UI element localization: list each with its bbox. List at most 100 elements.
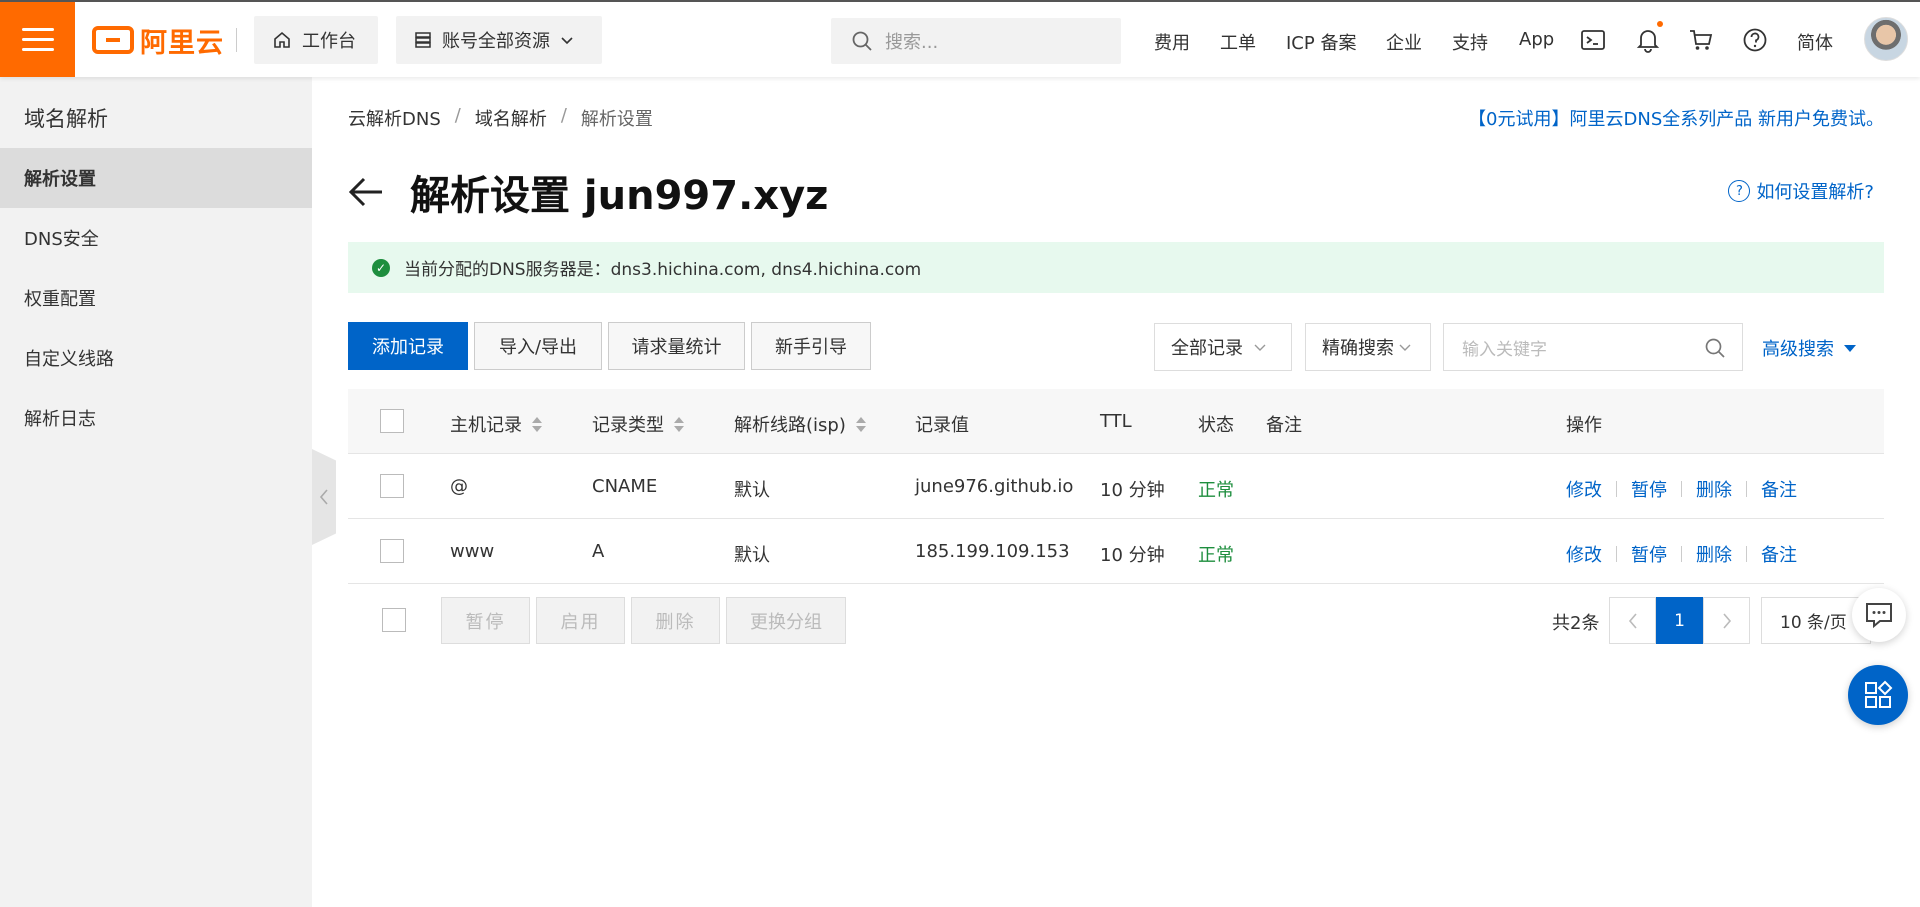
feedback-chat-button[interactable]: [1852, 588, 1906, 642]
global-search-input[interactable]: 搜索...: [831, 18, 1121, 64]
search-icon: [852, 31, 872, 51]
sidebar-item-label: 自定义线路: [24, 349, 114, 370]
delete-link[interactable]: 删除: [1696, 476, 1732, 502]
search-mode-select[interactable]: 精确搜索: [1305, 323, 1431, 371]
notification-dot: [1657, 21, 1663, 27]
avatar[interactable]: [1864, 17, 1908, 61]
question-icon: ?: [1728, 180, 1751, 202]
breadcrumb-separator: /: [560, 105, 567, 126]
nav-billing[interactable]: 费用: [1154, 29, 1190, 55]
stack-icon: [415, 32, 431, 48]
sidebar-item-label: 权重配置: [24, 289, 96, 310]
aliyun-logo[interactable]: 阿里云: [92, 22, 224, 59]
promo-link[interactable]: 【0元试用】阿里云DNS全系列产品 新用户免费试。: [1468, 105, 1884, 131]
bulk-select-checkbox[interactable]: [382, 608, 406, 632]
sidebar-item-weight-config[interactable]: 权重配置: [0, 268, 312, 328]
prev-page-button[interactable]: [1609, 597, 1656, 644]
sidebar-title: 域名解析: [24, 107, 108, 131]
sidebar-item-custom-lines[interactable]: 自定义线路: [0, 328, 312, 388]
page-size-value: 10 条/页: [1780, 613, 1847, 633]
delete-link[interactable]: 删除: [1696, 541, 1732, 567]
sidebar-item-resolution-settings[interactable]: 解析设置: [0, 148, 312, 208]
sidebar: 域名解析 解析设置 DNS安全 权重配置 自定义线路 解析日志: [0, 77, 312, 907]
nav-app[interactable]: App: [1519, 29, 1554, 50]
sort-icon: [855, 416, 866, 432]
help-link[interactable]: ? 如何设置解析?: [1728, 178, 1874, 204]
bell-icon[interactable]: [1635, 27, 1661, 53]
nav-tickets[interactable]: 工单: [1220, 29, 1256, 55]
dns-server-notice: ✓ 当前分配的DNS服务器是：dns3.hichina.com, dns4.hi…: [348, 242, 1884, 293]
advanced-search-toggle[interactable]: 高级搜索: [1762, 335, 1856, 361]
sidebar-collapse-handle[interactable]: [312, 449, 336, 545]
select-value: 全部记录: [1171, 338, 1243, 359]
search-icon[interactable]: [1704, 337, 1726, 359]
remark-link[interactable]: 备注: [1761, 476, 1797, 502]
menu-button[interactable]: [0, 2, 75, 77]
column-actions: 操作: [1566, 411, 1602, 437]
bulk-enable-button[interactable]: 启用: [536, 597, 625, 644]
help-link-label: 如何设置解析?: [1756, 182, 1874, 203]
chevron-left-icon: [1628, 612, 1637, 629]
remark-link[interactable]: 备注: [1761, 541, 1797, 567]
button-label: 导入/导出: [498, 337, 578, 358]
table-row: www A 默认 185.199.109.153 10 分钟 正常 修改 暂停 …: [348, 519, 1884, 584]
pause-link[interactable]: 暂停: [1631, 476, 1667, 502]
pause-link[interactable]: 暂停: [1631, 541, 1667, 567]
help-icon[interactable]: [1742, 27, 1768, 53]
sidebar-item-resolution-logs[interactable]: 解析日志: [0, 388, 312, 448]
nav-icp[interactable]: ICP 备案: [1286, 29, 1356, 55]
sidebar-item-dns-security[interactable]: DNS安全: [0, 208, 312, 268]
back-arrow-icon[interactable]: [348, 176, 384, 208]
notice-text: 当前分配的DNS服务器是：dns3.hichina.com, dns4.hich…: [404, 260, 922, 280]
button-label: 新手引导: [775, 337, 847, 358]
table-row: @ CNAME 默认 june976.github.io 10 分钟 正常 修改…: [348, 454, 1884, 519]
breadcrumb-item[interactable]: 域名解析: [475, 105, 547, 131]
bulk-delete-button[interactable]: 删除: [631, 597, 720, 644]
cell-line: 默认: [734, 480, 770, 501]
row-checkbox[interactable]: [380, 539, 404, 563]
total-count: 共2条: [1552, 613, 1600, 634]
sidebar-item-label: DNS安全: [24, 229, 99, 250]
column-label: 状态: [1198, 415, 1234, 436]
terminal-icon[interactable]: [1580, 27, 1606, 53]
chevron-right-icon: [1722, 612, 1731, 629]
nav-enterprise[interactable]: 企业: [1386, 29, 1422, 55]
button-label: 更换分组: [750, 611, 822, 633]
cart-icon[interactable]: [1688, 27, 1714, 53]
page-number-button[interactable]: 1: [1656, 597, 1703, 644]
keyword-search-input[interactable]: 输入关键字: [1443, 323, 1743, 371]
chevron-down-icon: [1399, 344, 1411, 351]
column-line[interactable]: 解析线路(isp): [734, 411, 866, 437]
select-all-checkbox[interactable]: [380, 409, 404, 433]
nav-support[interactable]: 支持: [1452, 29, 1488, 55]
column-label: 主机记录: [450, 415, 522, 436]
resources-dropdown[interactable]: 账号全部资源: [396, 16, 602, 64]
row-checkbox[interactable]: [380, 474, 404, 498]
button-label: 暂停: [465, 611, 506, 633]
quick-apps-button[interactable]: [1848, 665, 1908, 725]
column-host[interactable]: 主机记录: [450, 411, 542, 437]
add-record-button[interactable]: 添加记录: [348, 322, 468, 370]
edit-link[interactable]: 修改: [1566, 541, 1602, 567]
button-label: 请求量统计: [631, 337, 722, 358]
sidebar-item-label: 解析设置: [24, 169, 96, 190]
workbench-button[interactable]: 工作台: [254, 16, 378, 64]
column-remark: 备注: [1266, 411, 1302, 437]
column-type[interactable]: 记录类型: [592, 411, 684, 437]
chevron-left-icon: [319, 489, 328, 505]
request-stats-button[interactable]: 请求量统计: [608, 322, 745, 370]
change-group-button[interactable]: 更换分组: [726, 597, 846, 644]
bulk-pause-button[interactable]: 暂停: [441, 597, 530, 644]
breadcrumb-item[interactable]: 云解析DNS: [348, 105, 441, 131]
chat-icon: [1866, 603, 1892, 629]
record-filter-select[interactable]: 全部记录: [1154, 323, 1292, 371]
status-badge: 正常: [1198, 545, 1234, 566]
import-export-button[interactable]: 导入/导出: [474, 322, 602, 370]
divider: [1681, 546, 1682, 562]
breadcrumb: 云解析DNS / 域名解析 / 解析设置: [348, 105, 653, 131]
sort-icon: [532, 416, 542, 432]
next-page-button[interactable]: [1703, 597, 1750, 644]
language-switch[interactable]: 简体: [1797, 29, 1833, 55]
guide-button[interactable]: 新手引导: [751, 322, 871, 370]
edit-link[interactable]: 修改: [1566, 476, 1602, 502]
